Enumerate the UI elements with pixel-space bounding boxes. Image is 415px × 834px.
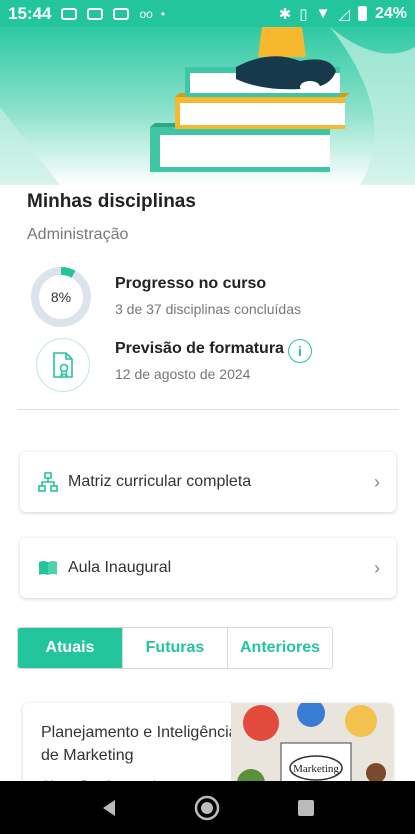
back-icon[interactable]: [89, 788, 129, 828]
chevron-right-icon: ›: [374, 471, 380, 492]
progress-label: Progresso no curso: [115, 275, 267, 292]
page-title: Minhas disciplinas: [27, 191, 196, 212]
chevron-right-icon: ›: [374, 557, 380, 578]
tab-future[interactable]: Futuras: [123, 628, 228, 668]
notification-icon: [61, 7, 78, 20]
status-time: 15:44: [8, 3, 52, 23]
info-icon[interactable]: i: [288, 339, 312, 363]
wifi-icon: ▼: [315, 5, 331, 22]
status-bar: 15:44 oo • ✱ ▯ ▼ ◿ 24%: [0, 0, 415, 27]
notification-icon: [113, 7, 130, 20]
inaugural-class-link-label: Aula Inaugural: [68, 559, 172, 576]
home-icon[interactable]: [187, 788, 227, 828]
battery-icon: [357, 6, 367, 21]
bluetooth-icon: ✱: [278, 5, 292, 23]
signal-icon: ◿: [338, 5, 350, 23]
course-image-caption: Marketing: [293, 763, 339, 775]
book-icon: [38, 558, 58, 578]
inaugural-class-link[interactable]: Aula Inaugural ›: [20, 538, 396, 598]
hierarchy-icon: [38, 472, 58, 492]
graduation-label: Previsão de formatura: [115, 340, 284, 357]
tab-current[interactable]: Atuais: [18, 628, 123, 668]
navigation-bar: [0, 781, 415, 834]
divider: [17, 409, 399, 410]
diploma-icon: [36, 338, 90, 392]
recents-icon[interactable]: [286, 788, 326, 828]
notification-icon: [87, 7, 104, 20]
tab-past[interactable]: Anteriores: [228, 628, 332, 668]
hero-illustration: [0, 27, 415, 185]
course-tabs: Atuais Futuras Anteriores: [17, 627, 333, 669]
course-name: Planejamento e Inteligência de Marketing: [41, 724, 238, 764]
progress-detail: 3 de 37 disciplinas concluídas: [115, 301, 302, 317]
curriculum-link-label: Matriz curricular completa: [68, 473, 252, 490]
voicemail-icon: oo: [139, 6, 153, 21]
curriculum-link[interactable]: Matriz curricular completa ›: [20, 452, 396, 512]
graduation-date: 12 de agosto de 2024: [115, 366, 251, 382]
program-name: Administração: [27, 226, 129, 243]
progress-percent: 8%: [50, 289, 72, 305]
battery-percent: 24%: [374, 4, 407, 22]
vibrate-icon: ▯: [299, 5, 308, 23]
dot-icon: •: [160, 6, 166, 21]
